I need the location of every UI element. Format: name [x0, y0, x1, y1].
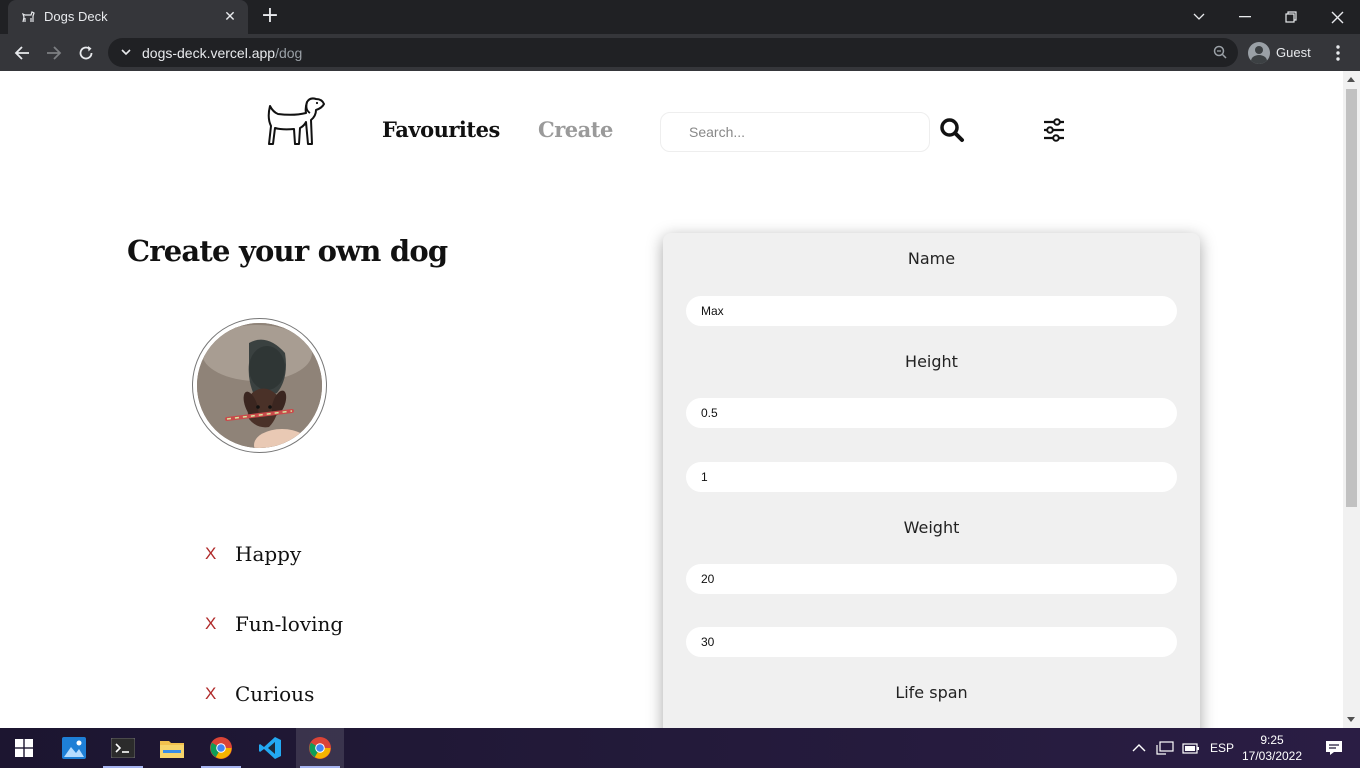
temperament-chip: X Fun-loving: [205, 609, 343, 639]
minimize-button[interactable]: [1222, 0, 1268, 34]
close-tab-icon[interactable]: ✕: [220, 7, 240, 27]
nav-create-link[interactable]: Create: [538, 117, 613, 142]
battery-icon[interactable]: [1182, 741, 1200, 755]
chevron-up-icon[interactable]: [1132, 743, 1146, 753]
weight-min-input[interactable]: [686, 564, 1177, 594]
back-button[interactable]: [9, 40, 35, 66]
chrome-icon: [210, 737, 232, 759]
taskbar-chrome-app[interactable]: [197, 728, 245, 768]
height-min-input[interactable]: [686, 398, 1177, 428]
temperament-chip: X Happy: [205, 539, 301, 569]
forward-button[interactable]: [41, 40, 67, 66]
chrome-icon: [309, 737, 331, 759]
minimize-icon: [1239, 16, 1251, 18]
temperament-label: Curious: [235, 682, 315, 706]
temperament-label: Fun-loving: [235, 612, 344, 636]
browser-toolbar: dogs-deck.vercel.app/dog Guest: [0, 34, 1360, 71]
notification-icon: [1326, 741, 1342, 755]
browser-tab[interactable]: Dogs Deck ✕: [8, 0, 248, 34]
network-icon[interactable]: [1156, 741, 1174, 755]
restore-icon: [1285, 11, 1297, 23]
start-button[interactable]: [0, 728, 48, 768]
profile-label: Guest: [1276, 45, 1311, 60]
dog-favicon-icon: [21, 11, 35, 23]
guest-avatar-icon: [1248, 41, 1270, 64]
dog-photo-illustration: [197, 323, 322, 448]
search-icon[interactable]: [938, 116, 966, 144]
nav-favourites-link[interactable]: Favourites: [382, 117, 500, 142]
new-tab-button[interactable]: +: [258, 5, 282, 29]
temperament-chip: X Curious: [205, 679, 314, 709]
chevron-down-icon: [1193, 13, 1205, 20]
temperament-label: Happy: [235, 542, 302, 566]
tab-strip: Dogs Deck ✕ +: [0, 0, 1360, 34]
create-dog-form: Name Height Weight Life span: [663, 233, 1200, 728]
tab-title: Dogs Deck: [44, 9, 108, 24]
name-input[interactable]: [686, 296, 1177, 326]
tab-search-button[interactable]: [1176, 0, 1222, 34]
scroll-thumb[interactable]: [1346, 89, 1357, 507]
close-window-button[interactable]: [1314, 0, 1360, 34]
remove-temperament-button[interactable]: X: [205, 544, 235, 564]
dog-logo-icon[interactable]: [264, 96, 326, 148]
zoom-icon[interactable]: [1212, 44, 1228, 60]
url-text: dogs-deck.vercel.app/dog: [142, 45, 303, 61]
taskbar-file-explorer[interactable]: [148, 728, 196, 768]
system-tray: ESP: [1132, 728, 1234, 768]
windows-taskbar: ESP 9:25 17/03/2022: [0, 728, 1360, 768]
weight-label: Weight: [903, 518, 960, 537]
scroll-up-icon[interactable]: [1347, 77, 1355, 82]
lifespan-label: Life span: [895, 683, 968, 702]
profile-button[interactable]: Guest: [1248, 38, 1318, 67]
photos-icon: [62, 737, 86, 759]
taskbar-clock[interactable]: 9:25 17/03/2022: [1240, 732, 1304, 764]
remove-temperament-button[interactable]: X: [205, 614, 235, 634]
terminal-icon: [111, 738, 135, 758]
clock-date: 17/03/2022: [1241, 749, 1303, 763]
name-label: Name: [907, 249, 956, 268]
kebab-menu-icon[interactable]: [1328, 40, 1348, 66]
reload-icon: [79, 46, 93, 60]
arrow-right-icon: [47, 46, 62, 60]
taskbar-chrome-active-app[interactable]: [296, 728, 344, 768]
reload-button[interactable]: [73, 40, 99, 66]
close-icon: [1331, 11, 1343, 23]
dog-image-preview: [192, 318, 327, 453]
taskbar-terminal-app[interactable]: [99, 728, 147, 768]
page-scrollbar[interactable]: [1343, 71, 1360, 728]
page-viewport: Favourites Create Create your own dog: [0, 71, 1343, 728]
windows-logo-icon: [15, 739, 33, 757]
search-input[interactable]: [660, 112, 930, 152]
restore-button[interactable]: [1268, 0, 1314, 34]
page-title: Create your own dog: [127, 234, 448, 268]
chevron-down-icon[interactable]: [118, 44, 134, 60]
vscode-icon: [259, 737, 281, 759]
action-center-button[interactable]: [1310, 728, 1358, 768]
height-max-input[interactable]: [686, 462, 1177, 492]
clock-time: 9:25: [1260, 733, 1284, 747]
language-indicator[interactable]: ESP: [1210, 741, 1234, 755]
arrow-left-icon: [14, 46, 29, 60]
filter-sliders-icon[interactable]: [1042, 118, 1066, 142]
dog-photo: [197, 323, 322, 448]
address-bar[interactable]: dogs-deck.vercel.app/dog: [108, 38, 1238, 67]
folder-icon: [160, 741, 184, 758]
weight-max-input[interactable]: [686, 627, 1177, 657]
scroll-down-icon[interactable]: [1347, 717, 1355, 722]
taskbar-vscode-app[interactable]: [246, 728, 294, 768]
height-label: Height: [905, 352, 958, 371]
taskbar-photos-app[interactable]: [50, 728, 98, 768]
remove-temperament-button[interactable]: X: [205, 684, 235, 704]
